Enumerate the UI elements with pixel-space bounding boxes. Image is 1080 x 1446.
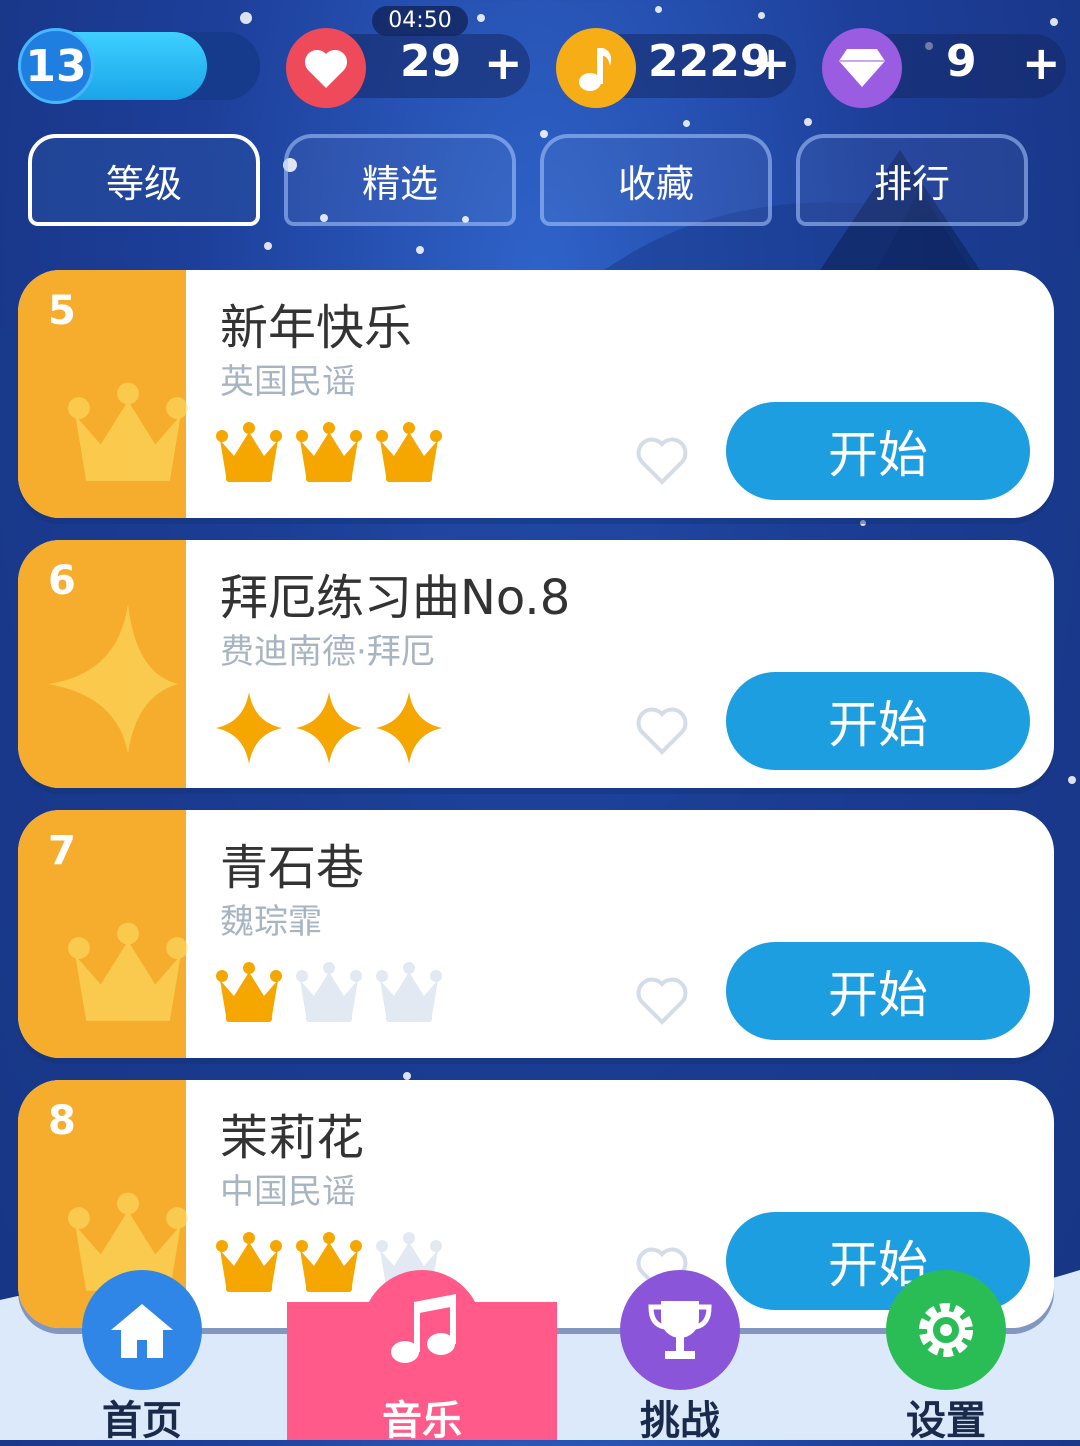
add-hearts-button[interactable]: + [484, 36, 523, 90]
add-notes-button[interactable]: + [752, 36, 791, 90]
crown-icon [68, 914, 188, 1048]
music-note-icon [362, 1270, 482, 1390]
nav-settings-label: 设置 [906, 1398, 986, 1444]
song-title: 拜厄练习曲No.8 [220, 570, 571, 626]
tab-favorites[interactable]: 收藏 [540, 134, 772, 226]
rating-crown-icon [376, 962, 442, 1034]
song-rating [216, 422, 442, 494]
favorite-heart-icon[interactable] [634, 976, 690, 1030]
rating-star-icon [376, 692, 442, 764]
rating-crown-icon [376, 422, 442, 494]
note-icon [556, 28, 636, 108]
snowflake [1068, 776, 1076, 784]
song-artist: 费迪南德·拜厄 [220, 632, 435, 672]
song-rating [216, 962, 442, 1034]
tab-ranking[interactable]: 排行 [796, 134, 1028, 226]
song-title: 青石巷 [220, 840, 365, 896]
snowflake [804, 118, 812, 126]
song-artist: 中国民谣 [220, 1172, 356, 1212]
snowflake [264, 242, 272, 250]
status-bar: 13 04:50 29 + 2229 + 9 + [0, 6, 1080, 114]
heart-icon [286, 28, 366, 108]
tab-featured[interactable]: 精选 [284, 134, 516, 226]
nav-home[interactable]: 首页 [42, 1270, 242, 1444]
snowflake [416, 246, 424, 254]
snowflake [240, 12, 252, 24]
gear-icon [886, 1270, 1006, 1390]
nav-music[interactable]: 音乐 [322, 1270, 522, 1444]
song-rank-panel: 6 [18, 540, 186, 788]
snowflake [683, 120, 690, 127]
song-rank: 5 [48, 288, 76, 334]
song-rating [216, 692, 442, 764]
home-icon [82, 1270, 202, 1390]
song-rank-panel: 5 [18, 270, 188, 518]
nav-home-label: 首页 [102, 1398, 182, 1444]
nav-settings[interactable]: 设置 [846, 1270, 1046, 1444]
song-artist: 英国民谣 [220, 362, 356, 402]
trophy-icon [620, 1270, 740, 1390]
song-rank: 6 [48, 558, 76, 604]
start-button[interactable]: 开始 [726, 672, 1030, 770]
song-rank-panel: 7 [18, 810, 188, 1058]
add-gems-button[interactable]: + [1022, 36, 1061, 90]
crown-icon [68, 374, 188, 508]
nav-challenge[interactable]: 挑战 [580, 1270, 780, 1444]
nav-music-label: 音乐 [382, 1398, 462, 1444]
rating-star-icon [216, 692, 282, 764]
start-button[interactable]: 开始 [726, 942, 1030, 1040]
gems-count: 9 [946, 36, 977, 87]
rating-crown-icon [296, 962, 362, 1034]
song-card[interactable]: 6 拜厄练习曲No.8 费迪南德·拜厄开始 [18, 540, 1054, 788]
snowflake [403, 1072, 411, 1080]
start-button[interactable]: 开始 [726, 402, 1030, 500]
favorite-heart-icon[interactable] [634, 706, 690, 760]
song-rank: 7 [48, 828, 76, 874]
diamond-icon [822, 28, 902, 108]
song-rank: 8 [48, 1098, 76, 1144]
nav-challenge-label: 挑战 [640, 1398, 720, 1444]
song-title: 新年快乐 [220, 300, 413, 356]
snowflake [477, 14, 485, 22]
snowflake [540, 130, 548, 138]
timer: 04:50 [372, 6, 468, 36]
snowflake [655, 6, 662, 13]
song-card[interactable]: 5 新年快乐英国民谣开始 [18, 270, 1054, 518]
favorite-heart-icon[interactable] [634, 436, 690, 490]
song-card[interactable]: 7 青石巷魏琮霏开始 [18, 810, 1054, 1058]
sparkle-icon [48, 604, 178, 758]
snowflake [860, 520, 866, 526]
rating-crown-icon [296, 422, 362, 494]
song-artist: 魏琮霏 [220, 902, 322, 942]
tab-level[interactable]: 等级 [28, 134, 260, 226]
level-badge: 13 [18, 28, 94, 104]
hearts-count: 29 [400, 36, 462, 87]
rating-crown-icon [216, 962, 282, 1034]
song-title: 茉莉花 [220, 1110, 365, 1166]
rating-star-icon [296, 692, 362, 764]
snowflake [758, 12, 765, 19]
rating-crown-icon [216, 422, 282, 494]
